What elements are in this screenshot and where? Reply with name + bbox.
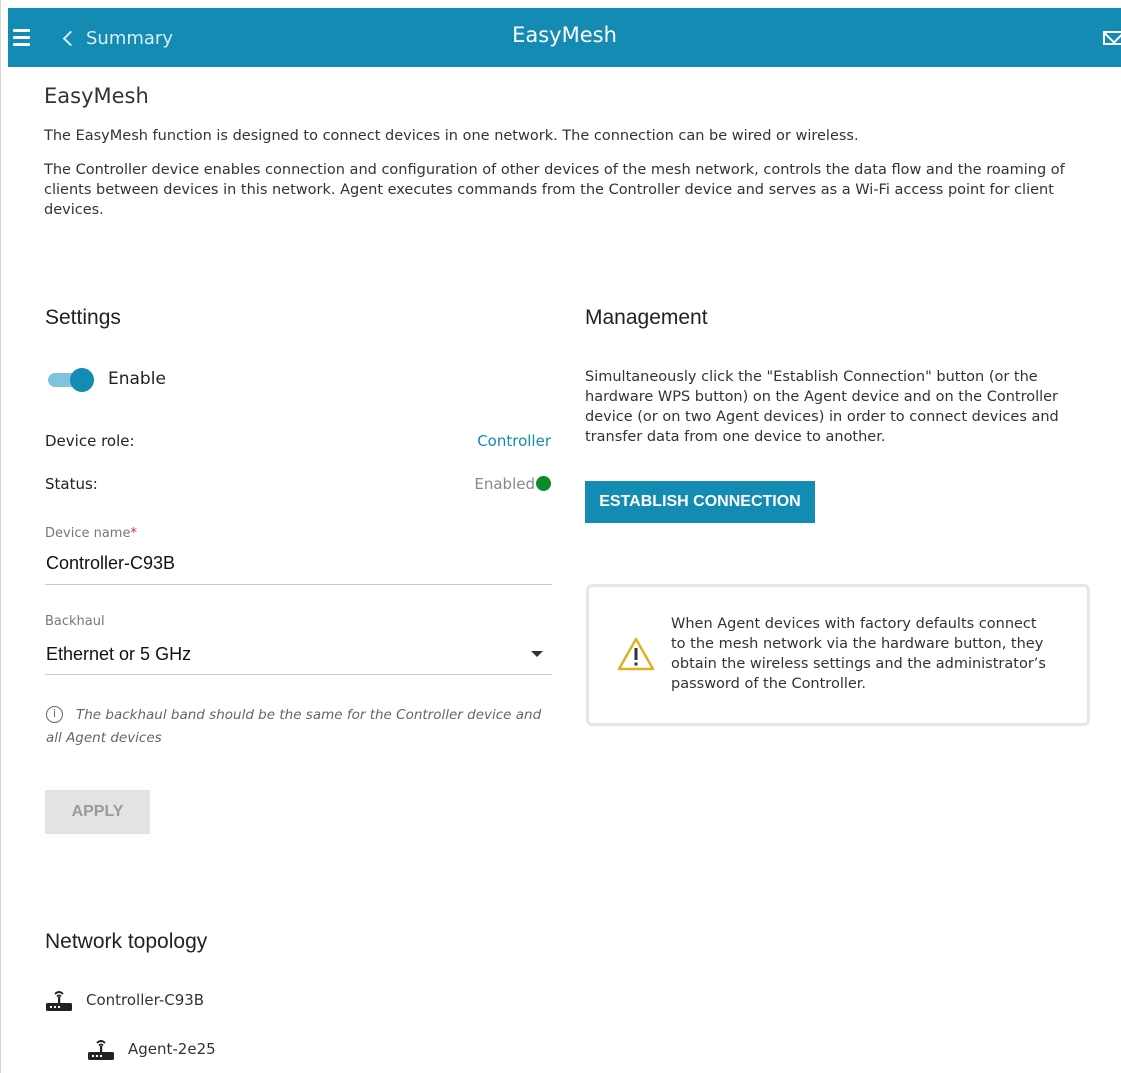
topology-node-label: Agent-2e25 [128, 1040, 216, 1058]
management-title: Management [585, 306, 708, 329]
page-left-border [0, 0, 1, 1073]
page-title: EasyMesh [44, 84, 149, 108]
mail-icon[interactable] [1103, 31, 1121, 45]
management-description: Simultaneously click the "Establish Conn… [585, 369, 1059, 445]
topology-title: Network topology [45, 930, 208, 953]
backhaul-value: Ethernet or 5 GHz [46, 644, 192, 664]
status-text: Enabled [474, 475, 535, 493]
enable-label: Enable [108, 369, 166, 389]
intro-paragraph-1: The EasyMesh function is designed to con… [44, 128, 859, 144]
warning-box: When Agent devices with factory defaults… [586, 584, 1090, 726]
device-name-underline [45, 584, 552, 585]
settings-title: Settings [45, 306, 121, 329]
backhaul-hint: The backhaul band should be the same for… [46, 707, 542, 746]
topology-node-label: Controller-C93B [86, 991, 205, 1009]
warning-icon [617, 637, 655, 671]
device-role-link[interactable]: Controller [477, 432, 551, 450]
apply-button[interactable]: APPLY [45, 790, 150, 834]
router-icon [46, 991, 72, 1011]
backhaul-underline [45, 674, 552, 675]
topology-node-agent[interactable]: Agent-2e25 [86, 1037, 216, 1061]
establish-connection-button[interactable]: ESTABLISH CONNECTION [585, 481, 815, 523]
warning-text: When Agent devices with factory defaults… [671, 616, 1046, 692]
status-value: Enabled [474, 475, 551, 493]
device-name-label: Device name* [45, 526, 137, 541]
required-mark: * [130, 526, 137, 541]
header-title: EasyMesh [512, 23, 617, 47]
backhaul-label: Backhaul [45, 614, 105, 629]
router-icon [88, 1040, 114, 1060]
enable-toggle[interactable] [48, 368, 94, 392]
chevron-down-icon[interactable] [531, 651, 543, 657]
device-role-label: Device role: [45, 432, 135, 450]
status-label: Status: [45, 475, 98, 493]
device-name-input[interactable]: Controller-C93B [46, 553, 175, 574]
intro-paragraph-2: The Controller device enables connection… [44, 162, 1065, 218]
status-dot-icon [536, 476, 551, 491]
topology-node-controller[interactable]: Controller-C93B [44, 988, 204, 1012]
top-bar: Summary EasyMesh [8, 8, 1121, 67]
